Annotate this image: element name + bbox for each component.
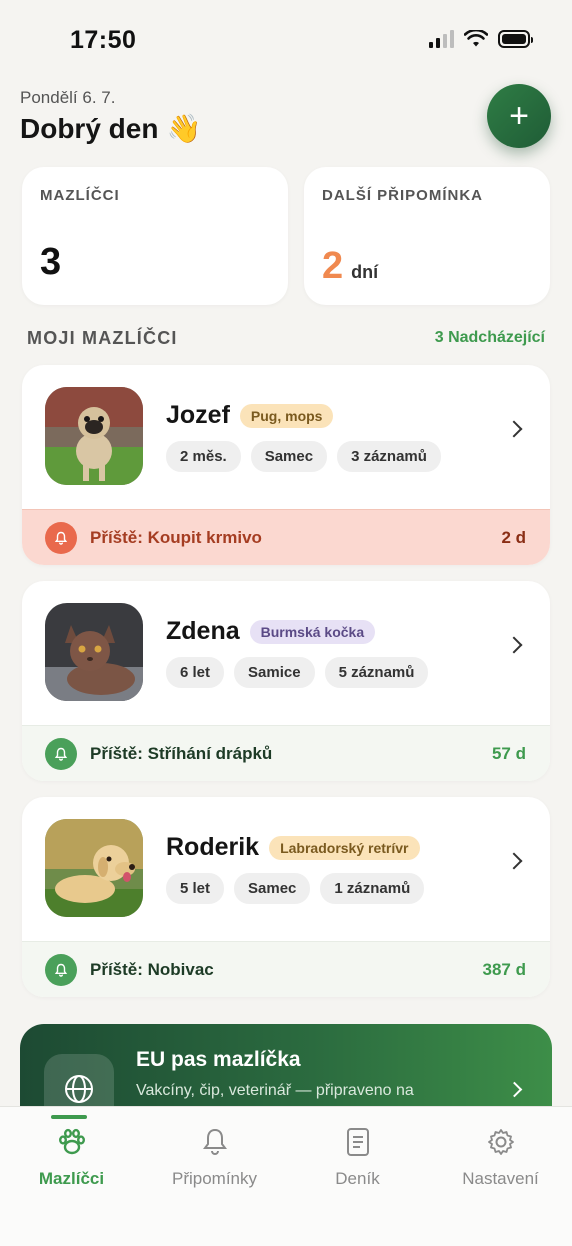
paw-icon xyxy=(57,1125,87,1159)
records-tag: 5 záznamů xyxy=(324,657,429,688)
records-tag: 1 záznamů xyxy=(320,873,425,904)
chevron-right-icon xyxy=(506,1081,523,1098)
pets-count-label: MAZLÍČCI xyxy=(40,187,120,204)
pet-tags: 6 let Samice 5 záznamů xyxy=(166,657,429,688)
pet-name-row: Roderik Labradorský retrívr xyxy=(166,833,420,862)
chevron-right-icon xyxy=(505,636,523,654)
bell-icon xyxy=(45,953,77,986)
tab-label: Mazlíčci xyxy=(38,1169,105,1188)
reminder-bar[interactable]: Příště: Koupit krmivo 2 d xyxy=(22,509,550,565)
section-title: MOJI MAZLÍČCI xyxy=(27,328,178,348)
pets-count-card: MAZLÍČCI 3 xyxy=(22,167,288,305)
sex-tag: Samice xyxy=(234,657,315,688)
bell-icon xyxy=(45,737,77,770)
age-tag: 2 měs. xyxy=(166,441,241,472)
breed-badge: Labradorský retrívr xyxy=(269,835,420,860)
tab-pets[interactable]: Mazlíčci xyxy=(0,1107,143,1207)
labrador-photo xyxy=(45,819,143,917)
tab-diary[interactable]: Deník xyxy=(286,1107,429,1207)
sex-tag: Samec xyxy=(250,441,328,472)
reminder-bar[interactable]: Příště: Stříhání drápků 57 d xyxy=(22,725,550,781)
tab-label: Nastavení xyxy=(462,1169,539,1188)
gear-icon xyxy=(486,1125,516,1159)
tab-bar: Mazlíčci Připomínky Deník Nastavení xyxy=(0,1106,572,1246)
reminder-text: Příště: Nobivac xyxy=(90,959,214,979)
greeting-text: Dobrý den xyxy=(20,112,159,144)
document-icon xyxy=(345,1125,371,1159)
bell-icon xyxy=(201,1125,229,1159)
tab-label: Připomínky xyxy=(171,1169,258,1188)
sex-tag: Samec xyxy=(234,873,311,904)
upcoming-link[interactable]: 3 Nadcházející xyxy=(435,329,545,347)
pet-tags: 2 měs. Samec 3 záznamů xyxy=(166,441,441,472)
eu-banner-title: EU pas mazlíčka xyxy=(136,1048,301,1071)
add-pet-button[interactable]: + xyxy=(487,84,551,148)
pet-card-jozef[interactable]: Jozef Pug, mops 2 měs. Samec 3 záznamů P… xyxy=(22,365,550,565)
breed-badge: Pug, mops xyxy=(239,403,334,428)
next-reminder-value: 2 dní xyxy=(322,245,378,288)
pet-card-zdena[interactable]: Zdena Burmská kočka 6 let Samice 5 zázna… xyxy=(22,581,550,781)
next-reminder-label: DALŠÍ PŘIPOMÍNKA xyxy=(322,187,484,204)
pet-card-roderik[interactable]: Roderik Labradorský retrívr 5 let Samec … xyxy=(22,797,550,997)
plus-icon: + xyxy=(509,97,529,135)
pet-name-row: Jozef Pug, mops xyxy=(166,401,334,430)
pet-tags: 5 let Samec 1 záznamů xyxy=(166,873,425,904)
tab-label: Deník xyxy=(335,1169,380,1188)
next-reminder-unit: dní xyxy=(351,262,379,282)
page-title: Dobrý den 👋 xyxy=(20,112,201,145)
chevron-right-icon xyxy=(505,420,523,438)
pets-count-value: 3 xyxy=(40,241,62,283)
battery-icon xyxy=(498,30,533,48)
breed-badge: Burmská kočka xyxy=(249,619,376,644)
reminder-text: Příště: Stříhání drápků xyxy=(90,743,273,763)
eu-banner-subtitle: Vakcíny, čip, veterinář — připraveno na xyxy=(136,1082,414,1099)
bell-icon xyxy=(45,521,77,554)
records-tag: 3 záznamů xyxy=(337,441,441,472)
reminder-days: 57 d xyxy=(491,743,526,763)
wifi-icon xyxy=(464,30,488,47)
chevron-right-icon xyxy=(505,852,523,870)
reminder-bar[interactable]: Příště: Nobivac 387 d xyxy=(22,941,550,997)
age-tag: 5 let xyxy=(166,873,225,904)
pet-name: Roderik xyxy=(166,833,260,861)
pug-photo xyxy=(45,387,143,485)
waving-hand-emoji: 👋 xyxy=(166,113,202,144)
pet-name: Jozef xyxy=(166,401,230,429)
status-icons xyxy=(429,30,533,48)
status-bar: 17:50 xyxy=(0,0,572,80)
tab-settings[interactable]: Nastavení xyxy=(429,1107,572,1207)
next-reminder-card: DALŠÍ PŘIPOMÍNKA 2 dní xyxy=(304,167,550,305)
tab-reminders[interactable]: Připomínky xyxy=(143,1107,286,1207)
reminder-days: 2 d xyxy=(501,527,526,547)
reminder-text: Příště: Koupit krmivo xyxy=(90,527,262,547)
reminder-days: 387 d xyxy=(482,959,526,979)
cat-photo xyxy=(45,603,143,701)
pet-name-row: Zdena Burmská kočka xyxy=(166,617,376,646)
age-tag: 6 let xyxy=(166,657,225,688)
next-reminder-number: 2 xyxy=(322,245,344,287)
pet-name: Zdena xyxy=(166,617,240,645)
status-time: 17:50 xyxy=(70,26,137,54)
cellular-signal-icon xyxy=(429,30,454,48)
header-date: Pondělí 6. 7. xyxy=(20,88,116,107)
